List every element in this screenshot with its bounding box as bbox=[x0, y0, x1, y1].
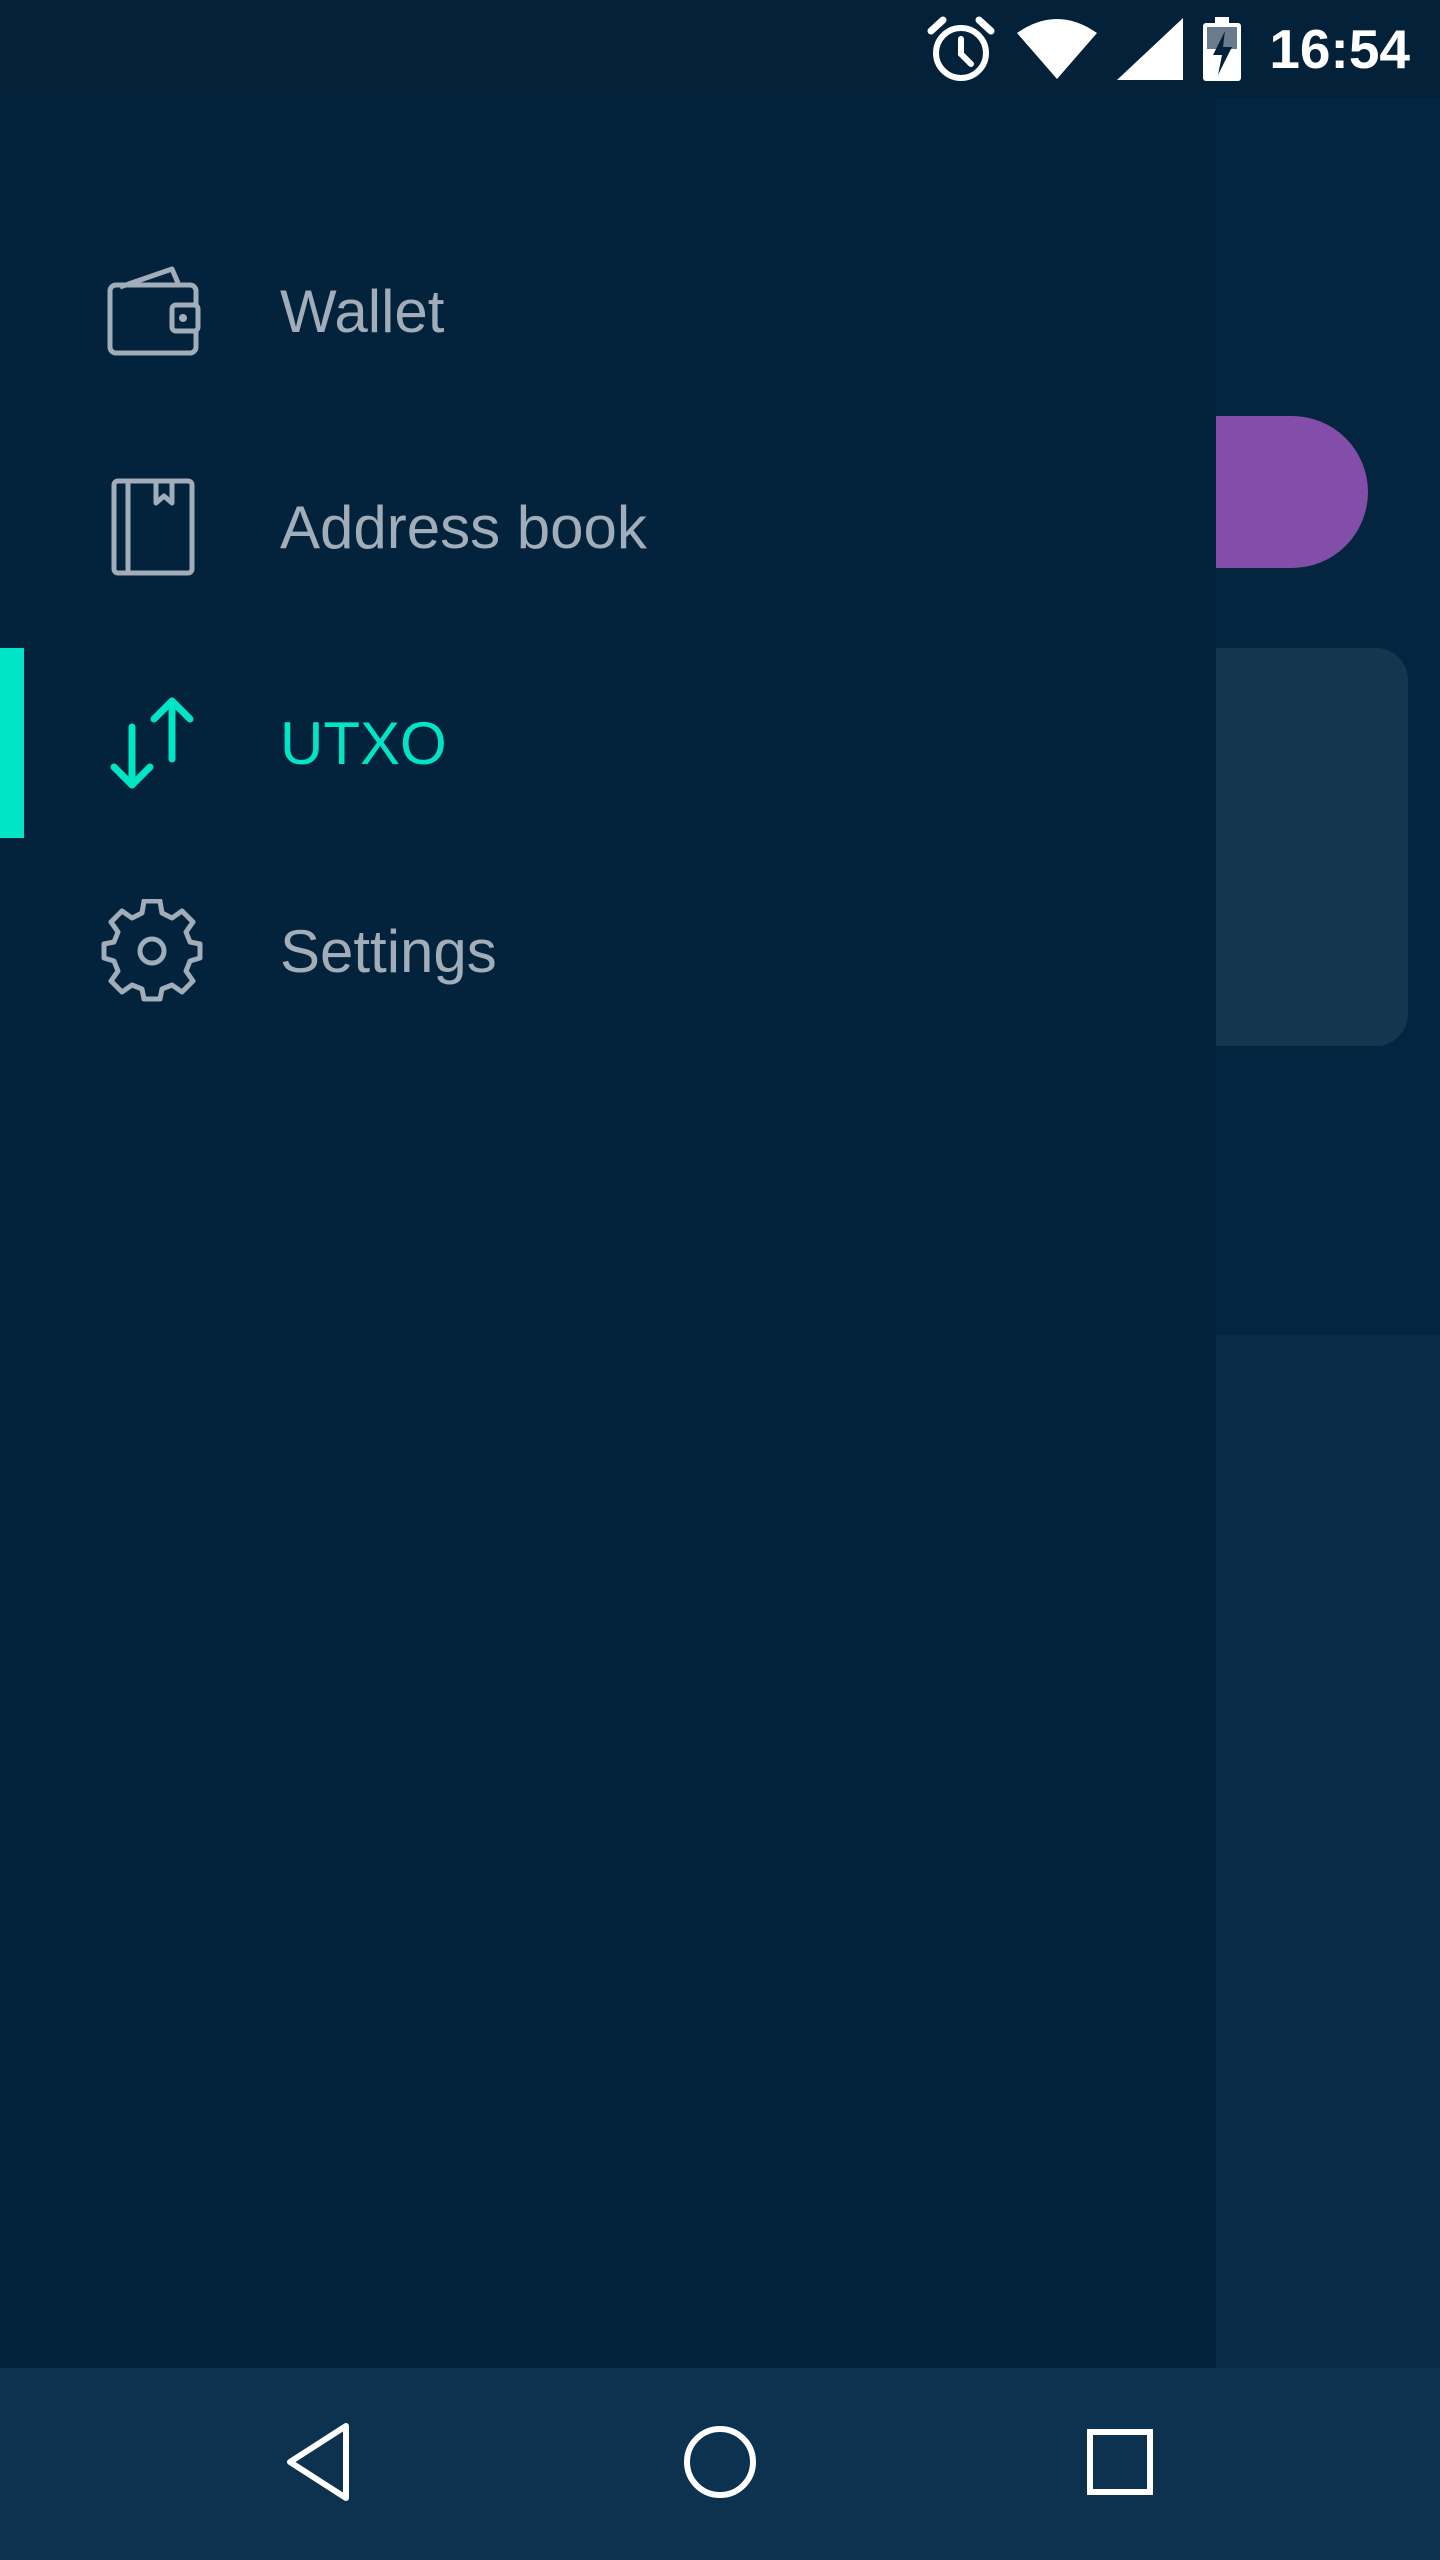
system-navigation-bar bbox=[0, 2368, 1440, 2560]
home-button[interactable] bbox=[664, 2408, 776, 2520]
status-time: 16:54 bbox=[1269, 18, 1410, 80]
wifi-icon bbox=[1017, 17, 1098, 81]
drawer-item-utxo[interactable]: UTXO bbox=[0, 648, 1216, 838]
drawer-item-wallet[interactable]: Wallet bbox=[0, 216, 1216, 406]
back-icon bbox=[280, 2420, 360, 2509]
alarm-icon bbox=[925, 15, 997, 83]
drawer-item-label: Address book bbox=[280, 493, 647, 561]
home-icon bbox=[680, 2422, 760, 2507]
gear-icon bbox=[100, 899, 204, 1003]
recents-icon bbox=[1084, 2426, 1156, 2503]
transfer-arrows-icon bbox=[100, 691, 204, 795]
battery-charging-icon bbox=[1203, 17, 1242, 81]
address-book-icon bbox=[100, 475, 204, 579]
drawer-item-address-book[interactable]: Address book bbox=[0, 432, 1216, 622]
drawer-item-settings[interactable]: Settings bbox=[0, 856, 1216, 1046]
screen: 16:54 Wallet Address book UTXO Settings bbox=[0, 0, 1440, 2560]
navigation-drawer: Wallet Address book UTXO Settings bbox=[0, 98, 1216, 2368]
status-bar: 16:54 bbox=[0, 0, 1440, 98]
recents-button[interactable] bbox=[1064, 2408, 1176, 2520]
drawer-item-label: UTXO bbox=[280, 709, 447, 777]
back-button[interactable] bbox=[264, 2408, 376, 2520]
cellular-signal-icon bbox=[1117, 18, 1184, 80]
drawer-item-label: Settings bbox=[280, 917, 497, 985]
wallet-icon bbox=[100, 259, 204, 363]
active-indicator bbox=[0, 648, 24, 838]
drawer-item-label: Wallet bbox=[280, 277, 445, 345]
